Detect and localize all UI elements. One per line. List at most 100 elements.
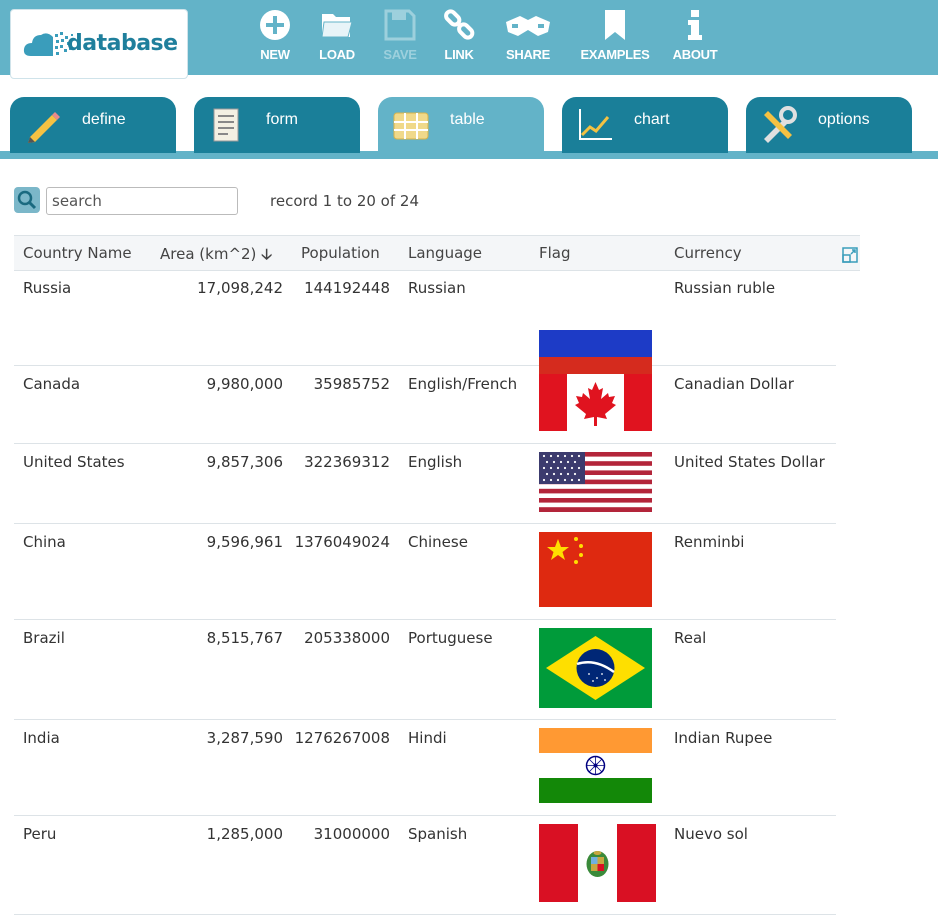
cell-area: 1,285,000 [206,825,283,843]
tab-label: table [450,111,485,128]
new-button[interactable]: NEW [252,0,298,75]
tab-label: define [82,111,126,128]
expand-icon[interactable] [842,247,858,263]
cell-currency: Canadian Dollar [674,375,794,393]
cell-language: Chinese [408,533,468,551]
table-header: Country Name Area (km^2) 🡣 Population La… [14,235,860,271]
bookmark-icon [605,10,625,40]
table-row[interactable]: Peru 1,285,000 31000000 Spanish Nuevo sol [14,816,836,915]
table-row[interactable]: China 9,596,961 1376049024 Chinese Renminbi [14,524,836,620]
china-flag-icon [539,532,652,607]
tab-chart[interactable]: chart [562,97,728,153]
cell-language: English [408,453,463,471]
save-button[interactable]: SAVE [377,0,423,75]
table-row[interactable]: United States 9,857,306 322369312 English U… [14,444,836,524]
floppy-disk-icon [384,9,416,41]
column-header-country[interactable]: Country Name [23,244,132,262]
cell-country: United States [23,453,125,471]
cell-currency: Renminbi [674,533,745,551]
share-label: SHARE [505,47,550,62]
logo-text: database [67,31,178,56]
cell-country: China [23,533,66,551]
tab-label: chart [634,111,670,128]
cell-flag [539,374,652,435]
app-logo[interactable]: database [10,9,188,79]
cell-population: 35985752 [313,375,390,393]
usa-flag-icon [539,452,652,512]
column-header-area[interactable]: Area (km^2) 🡣 [160,244,272,269]
cell-country: Russia [23,279,72,297]
cell-flag [539,824,656,906]
cell-population: 1376049024 [294,533,390,551]
cell-country: Brazil [23,629,65,647]
link-button[interactable]: LINK [436,0,482,75]
column-header-label: Area (km^2) [160,245,257,263]
cell-area: 9,980,000 [206,375,283,393]
column-header-population[interactable]: Population [301,244,380,262]
cell-flag [539,728,652,807]
cell-currency: Nuevo sol [674,825,748,843]
info-icon [688,10,702,40]
cell-area: 9,596,961 [206,533,283,551]
cell-currency: Russian ruble [674,279,776,297]
cell-population: 144192448 [304,279,390,297]
canada-flag-icon [539,374,652,431]
cell-population: 205338000 [304,629,390,647]
link-label: LINK [444,47,474,62]
folder-icon [321,14,353,38]
examples-label: EXAMPLES [580,47,650,62]
tab-options[interactable]: options [746,97,912,153]
cell-country: Canada [23,375,81,393]
cell-language: Spanish [408,825,468,843]
search-input[interactable] [46,187,238,215]
india-flag-icon [539,728,652,803]
app-header: database NEW LOAD SAVE LINK SHARE EXAMPL… [0,0,938,79]
column-header-currency[interactable]: Currency [674,244,742,262]
column-header-language[interactable]: Language [408,244,482,262]
cell-area: 3,287,590 [206,729,283,747]
about-label: ABOUT [672,47,718,62]
load-button[interactable]: LOAD [314,0,360,75]
cell-currency: Indian Rupee [674,729,773,747]
sort-arrow-down-icon: 🡣 [261,245,272,263]
save-label: SAVE [383,47,417,62]
pencil-icon [28,112,60,143]
cell-language: Hindi [408,729,447,747]
document-icon [213,108,239,142]
cell-area: 8,515,767 [206,629,283,647]
cell-language: Portuguese [408,629,493,647]
cell-country: India [23,729,60,747]
table-row[interactable]: Brazil 8,515,767 205338000 Portuguese Real [14,620,836,720]
tab-form[interactable]: form [194,97,360,153]
cell-flag [539,452,652,516]
cell-country: Peru [23,825,57,843]
cell-population: 31000000 [313,825,390,843]
peru-flag-icon [539,824,656,902]
cell-flag [539,532,652,611]
cell-language: Russian [408,279,466,297]
table-row[interactable]: Russia 17,098,242 144192448 Russian Russian… [14,270,836,383]
new-label: NEW [260,47,290,62]
search-icon[interactable] [14,187,40,213]
column-header-flag[interactable]: Flag [539,244,571,262]
tab-label: form [266,111,298,128]
chain-link-icon [444,9,475,40]
tab-label: options [818,111,870,128]
tab-table[interactable]: table [378,97,544,159]
tab-define[interactable]: define [10,97,176,153]
cell-flag [539,628,652,712]
about-button[interactable]: ABOUT [670,0,720,75]
cell-population: 1276267008 [294,729,390,747]
cell-area: 17,098,242 [197,279,283,297]
tools-icon [764,106,797,143]
load-label: LOAD [319,47,355,62]
table-icon [393,112,429,140]
table-row[interactable]: Canada 9,980,000 35985752 English/French Ca… [14,366,836,444]
table-row[interactable]: India 3,287,590 1276267008 Hindi Indian Rup… [14,720,836,816]
chart-icon [579,109,612,140]
cell-currency: United States Dollar [674,453,825,471]
brazil-flag-icon [539,628,652,708]
share-button[interactable]: SHARE [500,0,556,75]
examples-button[interactable]: EXAMPLES [578,0,652,75]
record-count: record 1 to 20 of 24 [270,192,419,210]
